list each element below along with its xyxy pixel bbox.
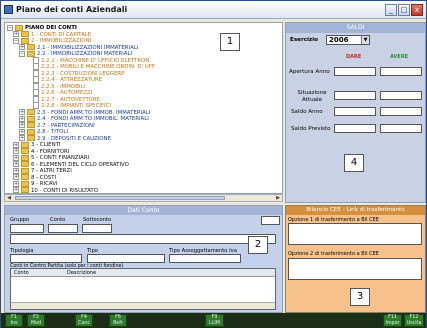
fkey-label: Uscita xyxy=(406,321,422,326)
conto-label: Conto xyxy=(50,217,66,223)
close-button[interactable]: x xyxy=(411,4,423,16)
maximize-button[interactable]: □ xyxy=(398,4,410,16)
gruppo-field[interactable] xyxy=(10,224,44,233)
sottoconto-field[interactable] xyxy=(82,224,112,233)
apertura-anno-label: Apertura Anno xyxy=(289,69,330,75)
opzione2-label: Opzione 2 di trasferimento a Bil CEE xyxy=(288,251,379,257)
f1-insert-button[interactable]: F1 Ins xyxy=(5,314,23,327)
saldi-panel: SALDI Esercizio 2006 ▼ DARE AVERE Apertu… xyxy=(285,22,426,203)
account-tree[interactable]: − PIANO DEI CONTI +1 - CONTI DI CAPITALE −2… xyxy=(4,22,283,194)
expand-toggle-icon[interactable]: + xyxy=(13,187,19,193)
saldo-anno-dare-field[interactable] xyxy=(334,107,376,116)
saldo-previsto-dare-field[interactable] xyxy=(334,124,376,133)
main-window: Piano dei conti Aziendali _ □ x − PIANO D… xyxy=(0,0,427,328)
scroll-left-icon[interactable]: ◀ xyxy=(5,195,13,201)
section-badge-3: 3 xyxy=(350,288,370,306)
tipo-field[interactable] xyxy=(87,254,165,263)
minimize-button[interactable]: _ xyxy=(385,4,397,16)
esercizio-label: Esercizio xyxy=(290,37,318,43)
title-bar: Piano dei conti Aziendali _ □ x xyxy=(1,1,426,19)
tipologia-field[interactable] xyxy=(10,254,82,263)
f9-llim-button[interactable]: F9 LLIM xyxy=(205,314,224,327)
situazione-avere-field[interactable] xyxy=(380,91,422,100)
opzione1-field[interactable] xyxy=(288,223,422,245)
f4-delete-button[interactable]: F4 Canc xyxy=(75,314,93,327)
bilancio-cee-panel: Bilancio CEE - Link di trasferimento Opz… xyxy=(285,205,426,313)
fkey-label: Impor xyxy=(385,321,400,326)
saldi-header: SALDI xyxy=(286,23,425,33)
scroll-thumb[interactable] xyxy=(15,196,225,200)
app-icon xyxy=(4,5,13,14)
descrizione-field[interactable] xyxy=(10,234,276,244)
gruppo-label: Gruppo xyxy=(10,217,30,223)
section-badge-2: 2 xyxy=(248,236,268,254)
fkey-label: Ins xyxy=(10,321,18,326)
folder-icon xyxy=(21,187,29,193)
fkey-label: Refr xyxy=(113,321,123,326)
grid-col-conto[interactable]: Conto xyxy=(14,269,29,277)
tipo-iva-field[interactable] xyxy=(169,254,241,263)
contropartita-grid[interactable]: Conto Descrizione xyxy=(10,268,276,310)
saldo-previsto-avere-field[interactable] xyxy=(380,124,422,133)
f6-refresh-button[interactable]: F6 Refr xyxy=(109,314,127,327)
section-badge-4: 4 xyxy=(344,154,364,172)
f11-import-button[interactable]: F11 Impor xyxy=(383,314,402,327)
cee-header: Bilancio CEE - Link di trasferimento xyxy=(286,206,425,215)
saldo-anno-avere-field[interactable] xyxy=(380,107,422,116)
situazione-attuale-label: Situazione Attuale xyxy=(297,90,327,103)
dati-conto-panel: Dati Conto Gruppo Conto Sottoconto Tipol… xyxy=(4,205,283,313)
grid-horizontal-scrollbar[interactable] xyxy=(11,302,275,309)
fkey-label: Canc xyxy=(78,321,90,326)
fkey-label: Mod xyxy=(30,321,42,326)
saldo-anno-label: Saldo Anno xyxy=(291,109,323,115)
tree-horizontal-scrollbar[interactable]: ◀ ▶ xyxy=(4,194,283,202)
function-key-bar: F1 Ins F2 Mod F4 Canc F6 Refr F9 LLIM F1… xyxy=(1,313,426,328)
f12-exit-button[interactable]: F12 Uscita xyxy=(404,314,424,327)
f2-modify-button[interactable]: F2 Mod xyxy=(27,314,45,327)
codice-field[interactable] xyxy=(261,216,280,225)
esercizio-select[interactable]: 2006 ▼ xyxy=(326,35,370,45)
situazione-dare-field[interactable] xyxy=(334,91,376,100)
sottoconto-label: Sottoconto xyxy=(83,217,112,223)
esercizio-value: 2006 xyxy=(329,36,349,44)
grid-col-descrizione[interactable]: Descrizione xyxy=(67,269,96,277)
opzione2-field[interactable] xyxy=(288,258,422,280)
apertura-avere-field[interactable] xyxy=(380,67,422,76)
tree-item-label: 10 - CONTI DI RISULTATO xyxy=(31,187,98,194)
apertura-dare-field[interactable] xyxy=(334,67,376,76)
chevron-down-icon[interactable]: ▼ xyxy=(361,36,369,44)
grid-header: Conto Descrizione xyxy=(11,269,275,277)
dati-conto-header: Dati Conto xyxy=(5,206,282,215)
dare-column-label: DARE xyxy=(346,54,362,60)
fkey-label: LLIM xyxy=(209,321,220,326)
avere-column-label: AVERE xyxy=(390,54,409,60)
tree-item[interactable]: +10 - CONTI DI RISULTATO xyxy=(13,187,98,194)
saldo-previsto-label: Saldo Previsto xyxy=(291,126,331,132)
window-title: Piano dei conti Aziendali xyxy=(16,5,128,14)
conto-field[interactable] xyxy=(48,224,78,233)
scroll-right-icon[interactable]: ▶ xyxy=(274,195,282,201)
section-badge-1: 1 xyxy=(220,33,240,51)
